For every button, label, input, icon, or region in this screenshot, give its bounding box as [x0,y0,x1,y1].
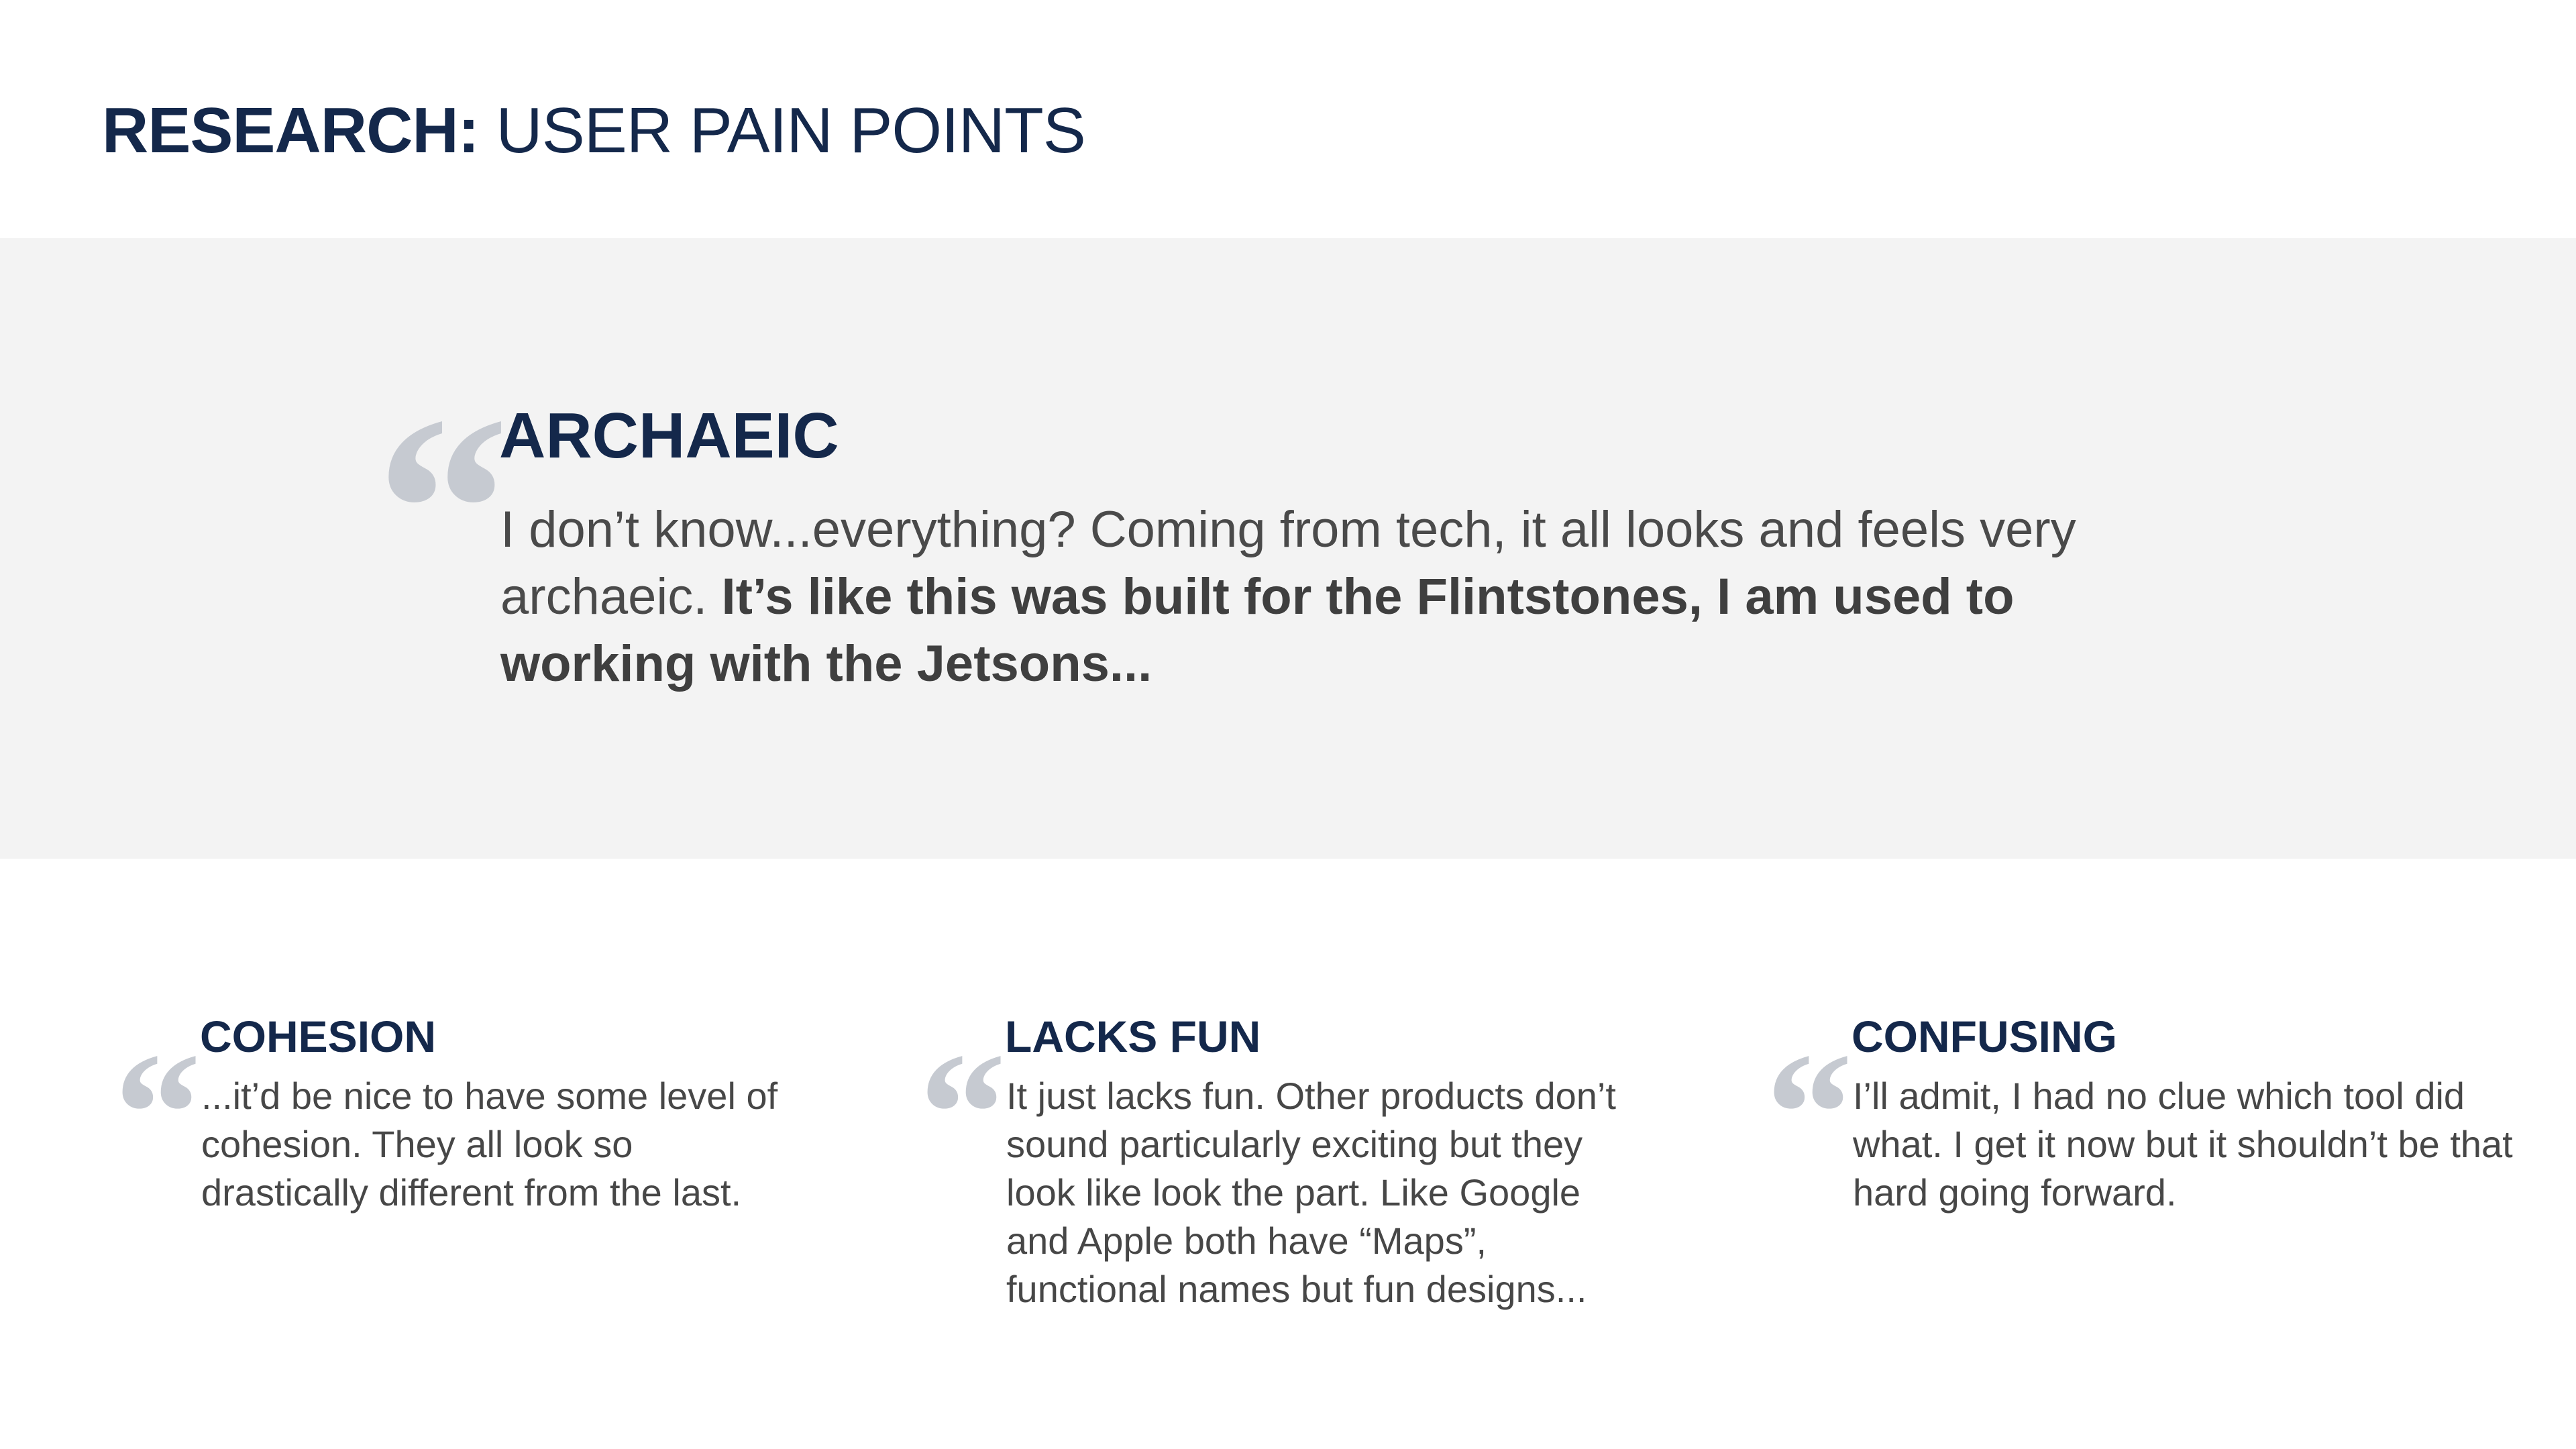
featured-quote-title: ARCHAEIC [499,400,839,472]
quote-mark-icon: “ [376,361,510,658]
pain-point-title: LACKS FUN [1005,1012,1261,1061]
quote-mark-icon: “ [114,1017,201,1210]
page-title: RESEARCH: USER PAIN POINTS [102,87,1086,174]
pain-point-quote: It just lacks fun. Other products don’t … [1006,1075,1616,1310]
page-title-section: RESEARCH: [102,95,480,166]
quote-mark-icon: “ [1766,1017,1853,1210]
featured-quote-text: I don’t know...everything? Coming from t… [500,496,2218,698]
pain-point-title: COHESION [200,1012,437,1061]
pain-point-quote: ...it’d be nice to have some level of co… [201,1075,778,1214]
pain-point-quote: I’ll admit, I had no clue which tool did… [1853,1075,2513,1214]
page-title-topic: USER PAIN POINTS [478,95,1085,166]
pain-point-title: CONFUSING [1851,1012,2117,1061]
quote-mark-icon: “ [919,1017,1006,1210]
featured-quote-text-emphasis: It’s like this was built for the Flintst… [500,568,2015,692]
